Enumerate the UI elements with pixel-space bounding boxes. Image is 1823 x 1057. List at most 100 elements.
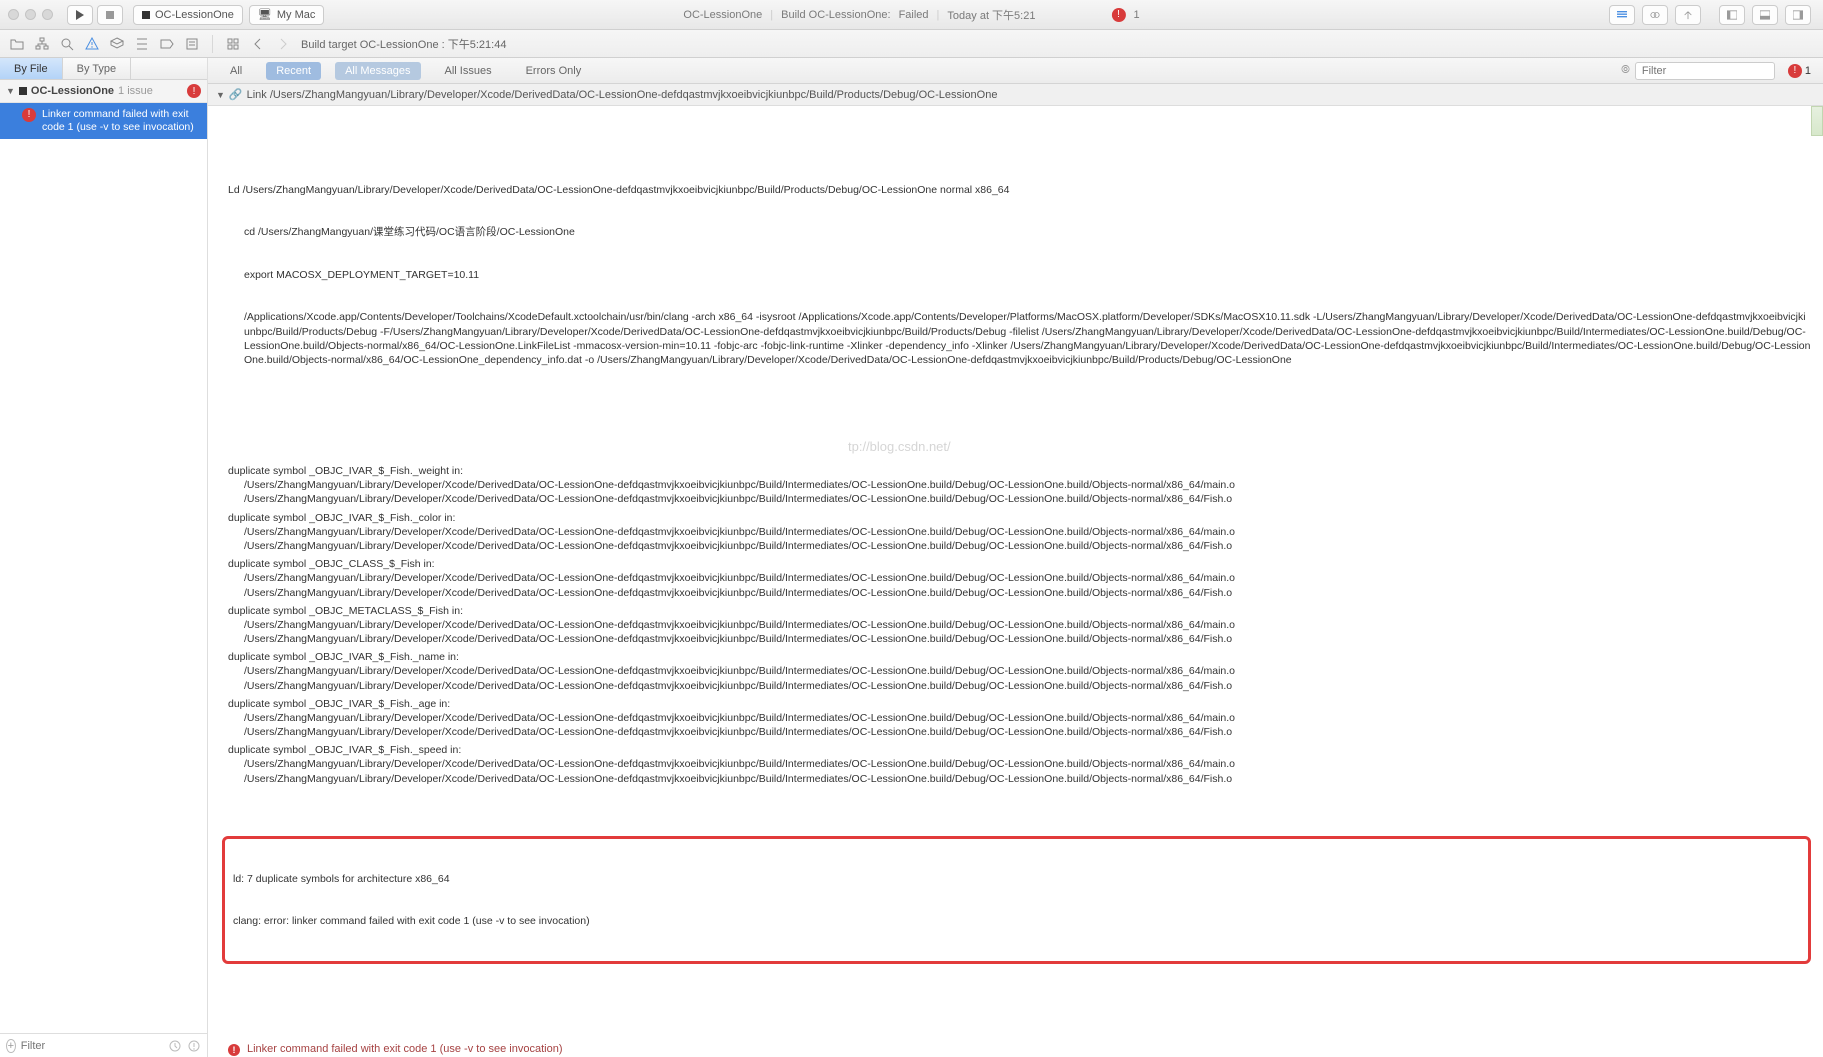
error-badge-icon: !: [187, 84, 201, 98]
summary-text: Linker command failed with exit code 1 (…: [247, 1042, 563, 1057]
log-line: /Users/ZhangMangyuan/Library/Developer/X…: [228, 664, 1811, 678]
log-line: duplicate symbol _OBJC_METACLASS_$_Fish …: [228, 604, 1811, 618]
filter-all-messages[interactable]: All Messages: [335, 62, 420, 80]
folder-icon[interactable]: [6, 34, 28, 54]
disclosure-triangle-icon[interactable]: ▼: [6, 86, 15, 96]
log-line: duplicate symbol _OBJC_CLASS_$_Fish in:: [228, 557, 1811, 571]
summary-linker-error[interactable]: ! Linker command failed with exit code 1…: [228, 1040, 1811, 1057]
log-line: /Users/ZhangMangyuan/Library/Developer/X…: [228, 586, 1811, 600]
log-line: /Users/ZhangMangyuan/Library/Developer/X…: [228, 492, 1811, 506]
log-text[interactable]: Ld /Users/ZhangMangyuan/Library/Develope…: [208, 106, 1823, 1057]
log-line: /Users/ZhangMangyuan/Library/Developer/X…: [228, 772, 1811, 786]
log-line: /Users/ZhangMangyuan/Library/Developer/X…: [228, 725, 1811, 739]
nav-forward-icon[interactable]: [272, 34, 294, 54]
log-line: /Users/ZhangMangyuan/Library/Developer/X…: [228, 618, 1811, 632]
log-error-badge-icon[interactable]: !: [1788, 64, 1802, 78]
log-line: /Users/ZhangMangyuan/Library/Developer/X…: [228, 679, 1811, 693]
editor-assistant-button[interactable]: [1642, 5, 1668, 25]
filter-all[interactable]: All: [220, 62, 252, 80]
status-project: OC-LessionOne: [683, 9, 762, 21]
project-icon: [19, 87, 27, 95]
toggle-right-panel[interactable]: [1785, 5, 1811, 25]
error-count-badge[interactable]: !: [1111, 8, 1125, 22]
link-step-row[interactable]: ▼ 🔗 Link /Users/ZhangMangyuan/Library/De…: [208, 84, 1823, 106]
log-line: duplicate symbol _OBJC_IVAR_$_Fish._spee…: [228, 743, 1811, 757]
log-line: duplicate symbol _OBJC_IVAR_$_Fish._age …: [228, 697, 1811, 711]
project-name: OC-LessionOne: [31, 85, 114, 97]
status-time: Today at 下午5:21: [947, 7, 1035, 23]
scheme-selector[interactable]: OC-LessionOne 🖥 My Mac: [133, 5, 324, 25]
tab-by-type[interactable]: By Type: [63, 58, 132, 79]
log-error-count: 1: [1805, 65, 1811, 77]
log-line: /Users/ZhangMangyuan/Library/Developer/X…: [228, 478, 1811, 492]
issue-project-row[interactable]: ▼ OC-LessionOne 1 issue !: [0, 80, 207, 103]
run-button[interactable]: [67, 5, 93, 25]
link-icon: 🔗: [229, 88, 243, 101]
scroll-indicator: [1811, 106, 1823, 136]
log-line: duplicate symbol _OBJC_IVAR_$_Fish._name…: [228, 650, 1811, 664]
editor-standard-button[interactable]: [1609, 5, 1635, 25]
mac-icon: 🖥: [258, 8, 272, 21]
error-count: 1: [1133, 9, 1139, 21]
stop-button[interactable]: [97, 5, 123, 25]
tests-icon[interactable]: [106, 34, 128, 54]
disclosure-triangle-icon[interactable]: ▼: [216, 90, 225, 100]
log-filter-bar: All Recent All Messages All Issues Error…: [208, 58, 1823, 84]
tab-by-file[interactable]: By File: [0, 58, 63, 79]
log-line: duplicate symbol _OBJC_IVAR_$_Fish._weig…: [228, 464, 1811, 478]
breadcrumb[interactable]: Build target OC-LessionOne : 下午5:21:44: [301, 36, 506, 52]
filter-errors-only[interactable]: Errors Only: [516, 62, 592, 80]
status-result: Failed: [899, 9, 929, 21]
hierarchy-icon[interactable]: [31, 34, 53, 54]
sidebar-filter-input[interactable]: [21, 1040, 163, 1052]
error-icon: !: [228, 1044, 240, 1056]
app-icon: [142, 11, 150, 19]
clock-icon[interactable]: [168, 1036, 182, 1056]
nav-back-icon[interactable]: [247, 34, 269, 54]
log-line: /Users/ZhangMangyuan/Library/Developer/X…: [228, 632, 1811, 646]
log-line: cd /Users/ZhangMangyuan/课堂练习代码/OC语言阶段/OC…: [228, 225, 1811, 239]
toggle-bottom-panel[interactable]: [1752, 5, 1778, 25]
status-action: Build OC-LessionOne:: [781, 9, 890, 21]
activity-status: OC-LessionOne | Build OC-LessionOne: Fai…: [683, 7, 1139, 23]
close-dot[interactable]: [8, 9, 19, 20]
titlebar: OC-LessionOne 🖥 My Mac OC-LessionOne | Bu…: [0, 0, 1823, 30]
window-controls: [8, 9, 53, 20]
filter-all-issues[interactable]: All Issues: [435, 62, 502, 80]
log-line: export MACOSX_DEPLOYMENT_TARGET=10.11: [228, 268, 1811, 282]
build-log: All Recent All Messages All Issues Error…: [208, 58, 1823, 1057]
sidebar-filter-bar: +: [0, 1033, 207, 1057]
scheme-name: OC-LessionOne: [155, 9, 234, 21]
filter-recent[interactable]: Recent: [266, 62, 321, 80]
error-filter-icon[interactable]: [187, 1036, 201, 1056]
minimize-dot[interactable]: [25, 9, 36, 20]
log-line: /Users/ZhangMangyuan/Library/Developer/X…: [228, 711, 1811, 725]
log-line: /Users/ZhangMangyuan/Library/Developer/X…: [228, 571, 1811, 585]
zoom-dot[interactable]: [42, 9, 53, 20]
related-items-icon[interactable]: [222, 34, 244, 54]
device-name: My Mac: [277, 9, 316, 21]
log-filter-input[interactable]: [1635, 62, 1775, 80]
log-line: /Users/ZhangMangyuan/Library/Developer/X…: [228, 757, 1811, 771]
log-line: /Applications/Xcode.app/Contents/Develop…: [228, 310, 1811, 367]
boxed-error-2: clang: error: linker command failed with…: [233, 914, 1800, 928]
watermark-text: tp://blog.csdn.net/: [848, 438, 951, 456]
issue-count: 1 issue: [118, 85, 153, 97]
boxed-error-1: ld: 7 duplicate symbols for architecture…: [233, 872, 1800, 886]
navigator-toolbar: Build target OC-LessionOne : 下午5:21:44: [0, 30, 1823, 58]
issue-row[interactable]: ! Linker command failed with exit code 1…: [0, 103, 207, 139]
search-icon[interactable]: [56, 34, 78, 54]
log-line: duplicate symbol _OBJC_IVAR_$_Fish._colo…: [228, 511, 1811, 525]
report-icon[interactable]: [181, 34, 203, 54]
toggle-left-panel[interactable]: [1719, 5, 1745, 25]
add-filter-icon[interactable]: +: [6, 1039, 16, 1053]
warning-icon[interactable]: [81, 34, 103, 54]
breakpoint-icon[interactable]: [156, 34, 178, 54]
link-path: Link /Users/ZhangMangyuan/Library/Develo…: [247, 89, 998, 101]
log-line: Ld /Users/ZhangMangyuan/Library/Develope…: [228, 183, 1811, 197]
log-line: /Users/ZhangMangyuan/Library/Developer/X…: [228, 539, 1811, 553]
filter-icon: ⦾: [1621, 64, 1630, 77]
editor-version-button[interactable]: [1675, 5, 1701, 25]
debug-icon[interactable]: [131, 34, 153, 54]
error-highlight-box: ld: 7 duplicate symbols for architecture…: [222, 836, 1811, 963]
